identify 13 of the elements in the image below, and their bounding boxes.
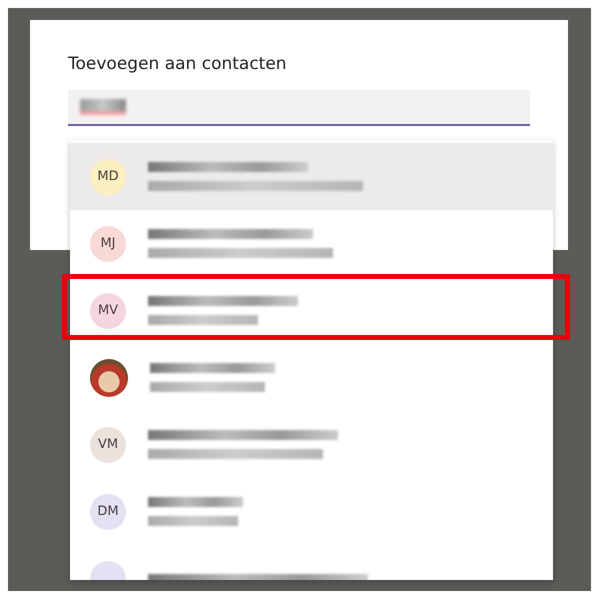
photo-placeholder <box>90 358 128 396</box>
contact-item[interactable]: MV <box>70 277 553 344</box>
search-field[interactable] <box>68 90 530 126</box>
avatar: DM <box>90 494 126 530</box>
contact-item[interactable]: MD <box>70 143 553 210</box>
dialog-title: Toevoegen aan contacten <box>68 54 288 74</box>
contact-item[interactable]: DM <box>70 478 553 545</box>
avatar: VM <box>90 426 126 462</box>
avatar: MD <box>90 158 126 194</box>
contact-item[interactable]: VM <box>70 411 553 478</box>
avatar: MV <box>90 292 126 328</box>
contact-item[interactable]: MJ <box>70 210 553 277</box>
avatar: MJ <box>90 226 126 262</box>
